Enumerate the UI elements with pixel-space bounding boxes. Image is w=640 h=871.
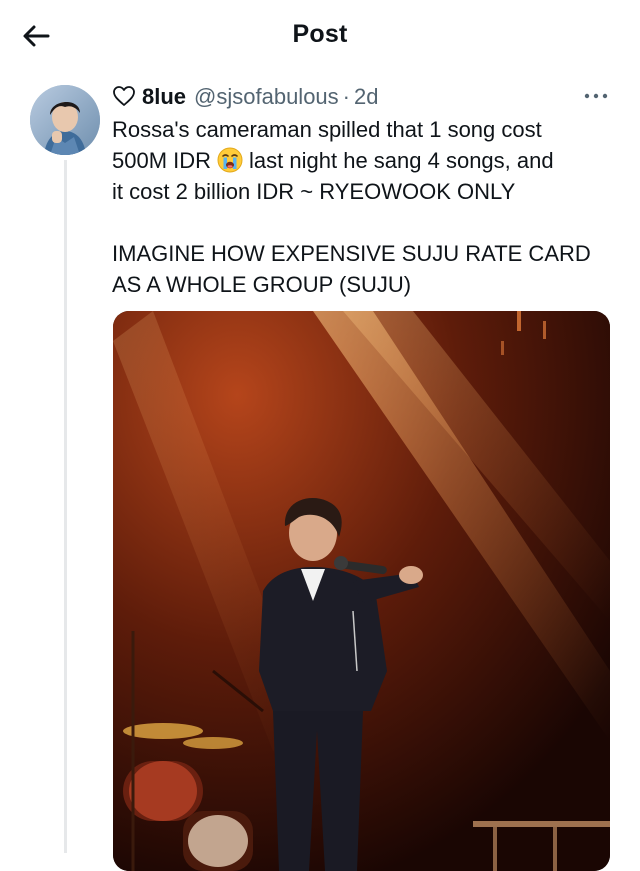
tweet-line: 500M IDR last night he sang 4 songs, and bbox=[112, 145, 622, 176]
more-button[interactable] bbox=[580, 86, 612, 106]
user-handle[interactable]: @sjsofabulous bbox=[194, 84, 339, 110]
top-bar: Post bbox=[0, 0, 640, 70]
loudly-crying-face-icon bbox=[217, 147, 243, 173]
tweet-line-segment: 500M IDR bbox=[112, 148, 212, 173]
tweet-header: 8lue @sjsofabulous · 2d bbox=[112, 83, 378, 111]
thread-line bbox=[64, 160, 67, 853]
tweet-line: AS A WHOLE GROUP (SUJU) bbox=[112, 272, 412, 297]
tweet-line: Rossa's cameraman spilled that 1 song co… bbox=[112, 117, 542, 142]
page-title: Post bbox=[292, 20, 348, 48]
tweet-line: it cost 2 billion IDR ~ RYEOWOOK ONLY bbox=[112, 179, 516, 204]
tweet-line-segment: last night he sang 4 songs, and bbox=[249, 148, 554, 173]
display-name[interactable]: 8lue bbox=[142, 84, 186, 110]
timestamp[interactable]: 2d bbox=[354, 84, 378, 110]
more-horizontal-icon bbox=[584, 93, 608, 99]
tweet-line: IMAGINE HOW EXPENSIVE SUJU RATE CARD bbox=[112, 241, 591, 266]
tweet-text: Rossa's cameraman spilled that 1 song co… bbox=[112, 114, 622, 300]
avatar[interactable] bbox=[30, 85, 100, 155]
tweet-photo[interactable] bbox=[113, 311, 610, 871]
heart-outline-icon bbox=[113, 86, 135, 106]
separator-dot: · bbox=[342, 84, 350, 109]
